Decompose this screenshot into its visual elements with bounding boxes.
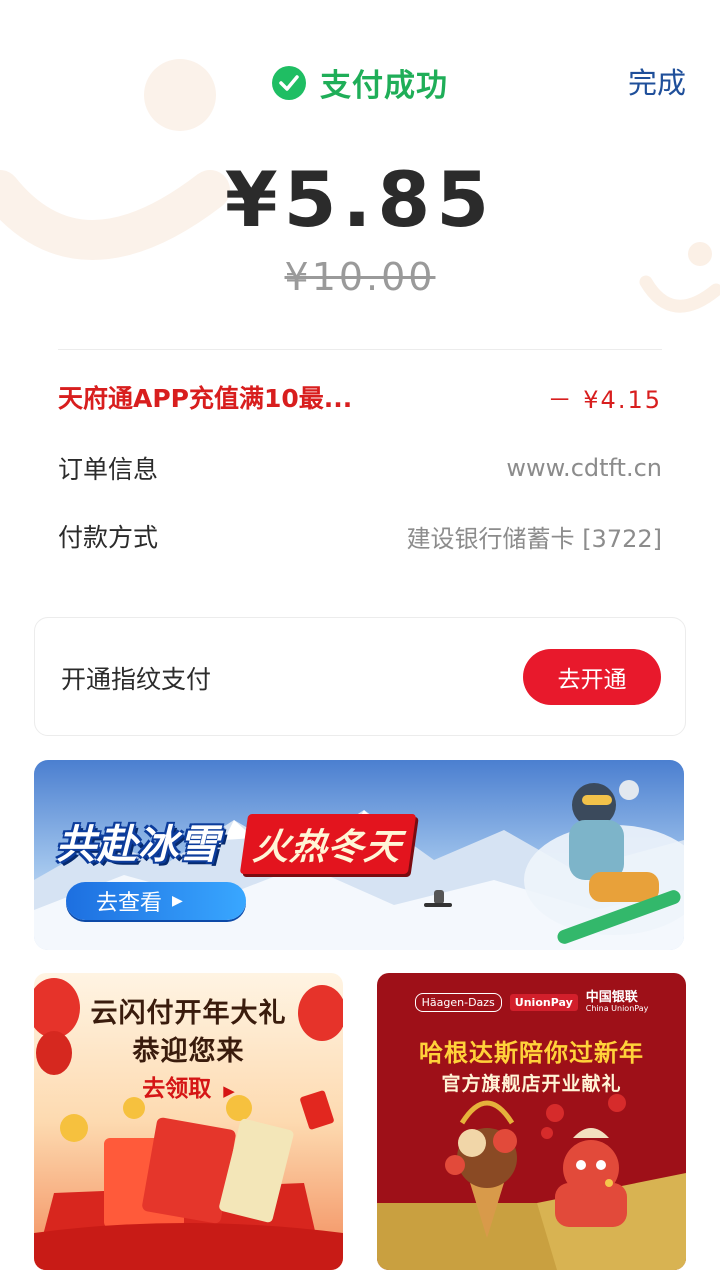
claim-link-label: 去领取 [142,1076,212,1102]
original-amount: ¥10.00 [284,255,436,299]
play-arrow-icon: ▶ [172,893,183,909]
fingerprint-pay-label: 开通指纹支付 [61,665,212,694]
haagen-dazs-promo-card[interactable]: Häagen-Dazs UnionPay 中国银联 China UnionPay… [377,973,686,1270]
payment-method-value: 建设银行储蓄卡 [3722] [406,524,662,553]
divider [58,349,662,350]
haagen-dazs-logo: Häagen-Dazs [414,993,502,1013]
quickpass-gift-card[interactable]: 云闪付开年大礼 恭迎您来 去领取 ▶ [34,973,343,1270]
claim-link[interactable]: 去领取 ▶ [34,1069,343,1103]
status-text: 支付成功 [320,68,448,104]
check-circle-icon [272,65,306,100]
play-arrow-icon: ▶ [223,1082,235,1100]
gift-title-line2: 恭迎您来 [132,1036,245,1067]
winter-promo-banner[interactable]: 共赴冰雪 火热冬天 去查看 ▶ [34,760,684,950]
banner-title-left: 共赴冰雪 [56,822,220,868]
co-brand-logos: Häagen-Dazs UnionPay 中国银联 China UnionPay [377,990,686,1014]
view-button-label: 去查看 [96,891,163,916]
ice-cream-illustration [377,973,686,1270]
order-info-value: www.cdtft.cn [506,454,662,482]
promo-headline: 哈根达斯陪你过新年 [419,1039,644,1067]
fingerprint-pay-card: 开通指纹支付 去开通 [34,617,686,736]
promo-row: 天府通APP充值满10最... － ¥4.15 [58,377,662,417]
payment-status: 支付成功 [272,60,448,105]
done-button[interactable]: 完成 [628,60,686,102]
gift-title-line1: 云闪付开年大礼 [90,998,287,1029]
payment-method-row: 付款方式 建设银行储蓄卡 [3722] [58,516,662,556]
result-header: 支付成功 完成 [0,50,720,114]
unionpay-logo: UnionPay [509,994,578,1012]
order-info-row: 订单信息 www.cdtft.cn [58,448,662,488]
enable-fingerprint-button[interactable]: 去开通 [523,649,661,705]
china-unionpay-logo: 中国银联 China UnionPay [585,990,649,1014]
order-info-label: 订单信息 [58,455,159,484]
banner-title-right: 火热冬天 [239,814,417,874]
promo-discount: － ¥4.15 [547,385,662,414]
paid-amount: ¥5.85 [224,155,496,244]
payment-method-label: 付款方式 [58,523,159,552]
promo-label: 天府通APP充值满10最... [58,384,353,413]
view-button[interactable]: 去查看 ▶ [66,882,246,920]
promo-subline: 官方旗舰店开业献礼 [441,1073,622,1095]
